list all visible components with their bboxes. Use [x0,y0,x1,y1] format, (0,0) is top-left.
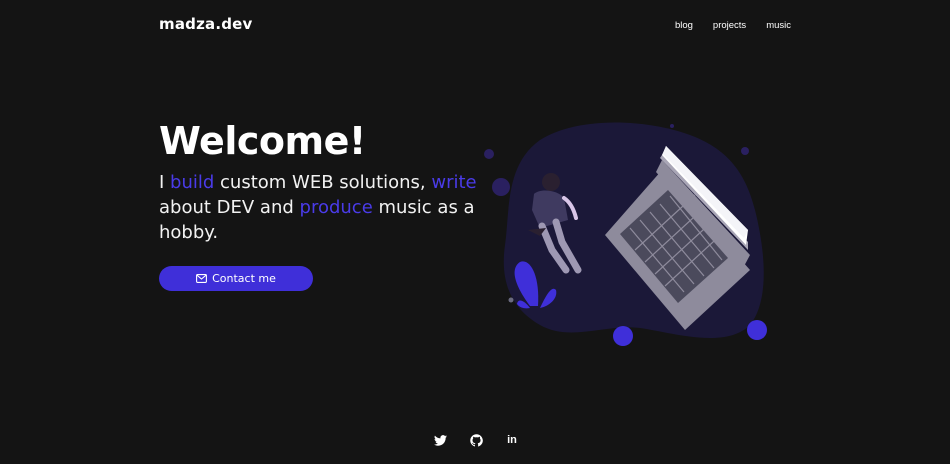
contact-button[interactable]: Contact me [159,266,313,291]
mail-icon [196,274,208,283]
hero-title: Welcome! [159,119,366,163]
linkedin-link[interactable]: in [502,430,522,450]
hero-tagline: I build custom WEB solutions, write abou… [159,170,479,245]
twitter-link[interactable] [430,430,450,450]
decor-dot [741,147,749,155]
tagline-highlight-build: build [170,172,215,193]
nav-link-blog[interactable]: blog [675,20,693,31]
tagline-text: custom WEB solutions, [214,172,432,193]
decor-dot [484,149,494,159]
decor-dot [670,124,674,128]
plant-dot [508,297,514,303]
site-logo[interactable]: madza.dev [159,15,253,33]
tagline-highlight-produce: produce [299,197,373,218]
decor-dot [613,326,633,346]
twitter-icon [433,434,447,446]
decor-dot [747,320,767,340]
hero-section: Welcome! I build custom WEB solutions, w… [159,118,479,245]
decor-dot [492,178,510,196]
github-icon [469,433,483,446]
developer-laptop-illustration [484,122,767,346]
tagline-text: about DEV and [159,197,300,218]
main-nav: blog projects music [675,20,791,31]
nav-link-projects[interactable]: projects [713,20,746,31]
person-head [542,173,560,191]
hero-illustration [470,110,790,360]
linkedin-icon: in [507,434,517,446]
page: madza.dev blog projects music Welcome! I… [0,0,950,464]
nav-link-music[interactable]: music [766,20,791,31]
tagline-text: I [159,172,171,193]
github-link[interactable] [466,430,486,450]
contact-button-label: Contact me [212,272,276,285]
social-links: in [430,430,522,450]
